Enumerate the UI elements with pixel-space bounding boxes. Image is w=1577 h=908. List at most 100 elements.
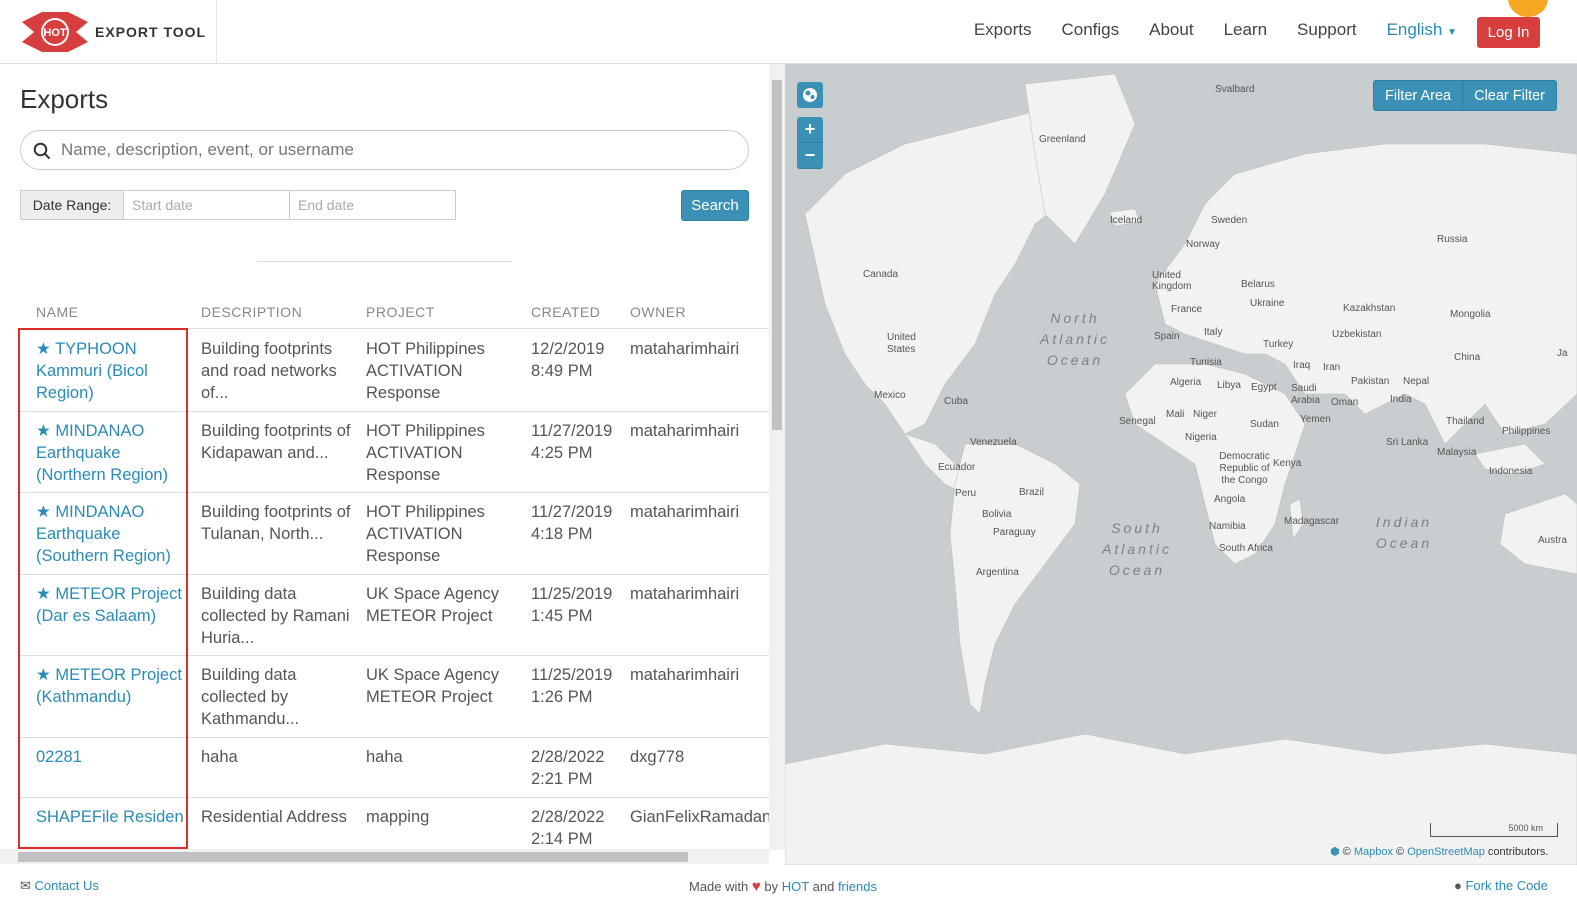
map-label: Bolivia: [982, 509, 1012, 520]
export-project: HOT Philippines ACTIVATION Response: [366, 503, 485, 565]
export-name-link[interactable]: ★ MINDANAO Earthquake (Northern Region): [36, 420, 186, 486]
clear-filter-button[interactable]: Clear Filter: [1463, 80, 1557, 111]
login-button[interactable]: Log In: [1477, 17, 1540, 48]
map-label: Libya: [1217, 380, 1241, 391]
made-with-text: Made with: [689, 879, 749, 894]
map-label: Senegal: [1119, 416, 1156, 427]
github-icon: ●: [1454, 878, 1462, 893]
top-navbar: HOT EXPORT TOOL Exports Configs About Le…: [0, 0, 1577, 64]
export-created: 2/28/2022 2:14 PM: [531, 808, 605, 848]
hot-link[interactable]: HOT: [782, 879, 809, 894]
export-name-link[interactable]: 02281: [36, 746, 186, 768]
map-label: Thailand: [1446, 416, 1485, 427]
caret-down-icon: ▼: [1447, 27, 1457, 38]
zoom-control: + −: [797, 117, 823, 169]
map-label: Norway: [1186, 239, 1220, 250]
horizontal-scrollbar[interactable]: [0, 849, 769, 864]
vertical-scroll-thumb[interactable]: [772, 80, 782, 430]
mapbox-link[interactable]: Mapbox: [1354, 846, 1393, 858]
language-label: English: [1386, 20, 1443, 39]
export-description: haha: [201, 748, 238, 766]
map-label: Mongolia: [1450, 309, 1491, 320]
map-label: Ecuador: [938, 462, 976, 473]
heart-icon: ♥: [751, 878, 761, 895]
header-name[interactable]: NAME: [36, 304, 78, 320]
locate-button[interactable]: [797, 82, 823, 108]
main-menu: Exports Configs About Learn Support Engl…: [944, 20, 1457, 40]
map-label: Ukraine: [1250, 298, 1285, 309]
zoom-out-button[interactable]: −: [797, 143, 823, 169]
export-project: HOT Philippines ACTIVATION Response: [366, 422, 485, 484]
map-label: Iraq: [1293, 360, 1311, 371]
export-created: 12/2/2019 8:49 PM: [531, 340, 605, 380]
header-description[interactable]: DESCRIPTION: [201, 304, 302, 320]
map-label: Russia: [1437, 234, 1468, 245]
filter-area-button[interactable]: Filter Area: [1373, 80, 1464, 111]
search-input[interactable]: [61, 137, 721, 163]
map-label: Malaysia: [1437, 447, 1477, 458]
header-owner[interactable]: OWNER: [630, 304, 686, 320]
export-name-link[interactable]: ★ METEOR Project (Dar es Salaam): [36, 583, 186, 627]
logo-text: EXPORT TOOL: [95, 24, 207, 40]
nav-learn[interactable]: Learn: [1224, 20, 1267, 40]
export-project: UK Space Agency METEOR Project: [366, 666, 499, 706]
map-label: Sweden: [1211, 215, 1248, 226]
start-date-input[interactable]: [123, 190, 290, 220]
export-name-link[interactable]: ★ METEOR Project (Kathmandu): [36, 664, 186, 708]
table-header: NAME DESCRIPTION PROJECT CREATED OWNER: [20, 304, 769, 329]
end-date-input[interactable]: [289, 190, 456, 220]
map-label: Yemen: [1300, 414, 1331, 425]
fork-code[interactable]: ● Fork the Code: [1454, 878, 1548, 893]
envelope-icon: ✉: [20, 878, 31, 893]
export-name-link[interactable]: ★ TYPHOON Kammuri (Bicol Region): [36, 338, 186, 404]
ocean-label: North Atlantic Ocean: [1040, 310, 1110, 368]
map-basemap: [785, 64, 1577, 865]
map-label: Cuba: [944, 396, 968, 407]
horizontal-scroll-thumb[interactable]: [18, 852, 688, 862]
nav-support[interactable]: Support: [1297, 20, 1357, 40]
vertical-scrollbar[interactable]: [769, 64, 785, 850]
map-label: Venezuela: [970, 437, 1017, 448]
exports-table: ★ TYPHOON Kammuri (Bicol Region) Buildin…: [20, 330, 771, 858]
map-label: Nepal: [1403, 376, 1430, 387]
search-button[interactable]: Search: [681, 190, 749, 221]
map-label: Italy: [1204, 327, 1223, 338]
notification-badge-icon[interactable]: [1508, 0, 1548, 17]
nav-exports[interactable]: Exports: [974, 20, 1032, 40]
export-name-link[interactable]: ★ MINDANAO Earthquake (Southern Region): [36, 501, 186, 567]
map-label: France: [1171, 304, 1203, 315]
by-text: by: [764, 879, 779, 894]
osm-link[interactable]: OpenStreetMap: [1407, 846, 1485, 858]
map-label: Sri Lanka: [1386, 437, 1429, 448]
map-label: Iran: [1323, 362, 1341, 373]
nav-configs[interactable]: Configs: [1061, 20, 1119, 40]
map-label: Namibia: [1209, 521, 1246, 532]
nav-about[interactable]: About: [1149, 20, 1193, 40]
footer: ✉ Contact Us Made with ♥ by HOT and frie…: [0, 865, 1577, 908]
map-label: Niger: [1193, 409, 1217, 420]
header-project[interactable]: PROJECT: [366, 304, 435, 320]
search-box: [20, 130, 749, 170]
zoom-in-button[interactable]: +: [797, 117, 823, 143]
export-description: Building footprints and road networks of…: [201, 340, 337, 402]
export-owner: dxg778: [630, 748, 685, 766]
header-created[interactable]: CREATED: [531, 304, 600, 320]
export-created: 11/25/2019 1:45 PM: [531, 585, 613, 625]
contact-us[interactable]: ✉ Contact Us: [20, 878, 99, 894]
map-label: Oman: [1331, 397, 1359, 408]
export-name-link[interactable]: SHAPEFile Residen: [36, 806, 186, 828]
map-label: United Kingdom: [1152, 270, 1192, 292]
map-label: Sudan: [1250, 419, 1279, 430]
map-label: Pakistan: [1351, 376, 1390, 387]
logo[interactable]: HOT EXPORT TOOL: [0, 0, 217, 64]
world-map[interactable]: Svalbard Greenland Iceland Sweden Norway…: [785, 64, 1577, 865]
contact-link[interactable]: Contact Us: [35, 878, 99, 893]
fork-link[interactable]: Fork the Code: [1465, 878, 1547, 893]
export-description: Building footprints of Kidapawan and...: [201, 422, 351, 462]
logo-badge-text: HOT: [43, 27, 67, 39]
made-with: Made with ♥ by HOT and friends: [689, 878, 877, 895]
friends-link[interactable]: friends: [838, 879, 877, 894]
page-title: Exports: [20, 84, 109, 114]
map-label: India: [1390, 394, 1412, 405]
language-dropdown[interactable]: English ▼: [1387, 20, 1457, 40]
